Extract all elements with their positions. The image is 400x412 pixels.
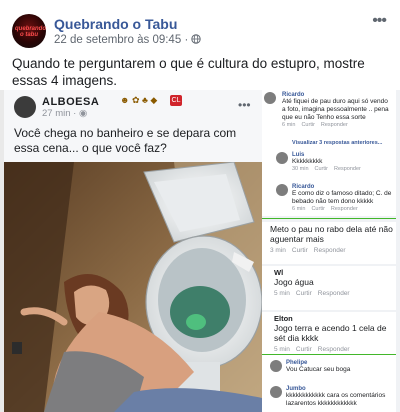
view-previous-replies-link[interactable]: Visualizar 3 respostas anteriores... [292,140,382,146]
inner-author: ALBOESA [42,96,100,108]
comment-thread: Ricardo Até fiquei de pau duro aqui só v… [262,90,396,216]
avatar-logo-text: quebrando o tabu [15,26,46,38]
comment-text: Meto o pau no rabo dela até não aguentar… [270,224,393,244]
comment-time: 5 min [274,290,290,297]
comment-small-block: Phelipe Vou Catucar seu boga Jumbo kkkkk… [262,358,396,412]
comment-big: Meto o pau no rabo dela até não aguentar… [262,222,396,264]
comment-text: E como diz o famoso ditado; C. de bebado… [292,190,392,205]
commenter-avatar [270,360,282,372]
reply-link[interactable]: Responder [334,166,361,172]
reply-link[interactable]: Responder [314,247,346,254]
screenshot-post: ALBOESA ☻ ✿ ♣ ◆ CL 27 min · ◉ ••• Você c… [4,90,262,412]
bathroom-photo [4,162,262,412]
globe-icon [191,34,202,44]
comment-meta: 3 min Curtir Responder [270,247,394,254]
like-link[interactable]: Curtir [311,206,324,212]
inner-time-text: 27 min [42,108,71,119]
like-link[interactable]: Curtir [296,346,312,353]
comment-meta: 5 min Curtir Responder [274,346,396,353]
inner-emoji-icons: ☻ ✿ ♣ ◆ [120,95,158,105]
inner-badge: CL [170,95,182,106]
page-avatar[interactable]: quebrando o tabu [12,14,46,48]
commenter-avatar [264,92,276,104]
like-link[interactable]: Curtir [315,166,328,172]
comment-text: Jogo água [274,277,314,287]
comment-text: Até fiquei de pau duro aqui só vendo a f… [282,98,389,121]
commenter-name[interactable]: Elton [274,314,396,323]
commenter-name[interactable]: Wl [274,268,394,277]
inner-post-text: Você chega no banheiro e se depara com e… [14,126,237,155]
comment-text: Vou Catucar seu boga [286,366,351,373]
page-name-link[interactable]: Quebrando o Tabu [54,16,177,32]
comment-big: Elton Jogo terra e acendo 1 cela de sét … [262,312,396,364]
inner-time: 27 min · ◉ [42,108,88,119]
inner-globe-icon: ◉ [78,108,88,119]
post-date[interactable]: 22 de setembro às 09:45 [54,34,181,46]
comment-meta: 5 min Curtir Responder [274,290,394,297]
comment-time: 3 min [270,247,286,254]
comment-time: 6 min [282,122,296,128]
like-link[interactable]: Curtir [292,247,308,254]
more-options-icon[interactable]: ••• [372,12,387,30]
bottom-divider [262,354,396,355]
post-meta: 22 de setembro às 09:45 · [54,34,202,46]
reply-link[interactable]: Responder [318,290,350,297]
comment-meta: 6 min Curtir Responder [292,206,392,212]
inner-more-icon: ••• [238,98,251,112]
comment-text: Jogo terra e acendo 1 cela de sét dia kk… [274,323,387,343]
comment-time: 30 min [292,166,309,172]
inner-avatar [14,96,36,118]
like-link[interactable]: Curtir [296,290,312,297]
commenter-avatar [276,184,288,196]
comment-time: 5 min [274,346,290,353]
comment-meta: 30 min Curtir Responder [292,166,392,172]
reply-link[interactable]: Responder [318,346,350,353]
commenter-avatar [276,152,288,164]
comment-text: kkkkkkkkkkkk cara os comentários lazaren… [286,392,386,407]
reply-link[interactable]: Responder [331,206,358,212]
comment-meta: 6 min Curtir Responder [282,122,392,128]
post-media[interactable]: ALBOESA ☻ ✿ ♣ ◆ CL 27 min · ◉ ••• Você c… [0,90,400,412]
commenter-avatar [270,386,282,398]
comment-big: Wl Jogo água 5 min Curtir Responder [262,266,396,310]
post-header: quebrando o tabu Quebrando o Tabu 22 de … [12,12,388,52]
post-caption: Quando te perguntarem o que é cultura do… [12,56,365,88]
comment-time: 6 min [292,206,306,212]
reply-link[interactable]: Responder [321,122,348,128]
comment-text: Kkkkkkkkk [292,158,323,165]
comments-panel: Ricardo Até fiquei de pau duro aqui só v… [262,90,400,412]
thread-divider [262,218,396,219]
like-link[interactable]: Curtir [301,122,314,128]
meta-separator: · [184,34,189,46]
